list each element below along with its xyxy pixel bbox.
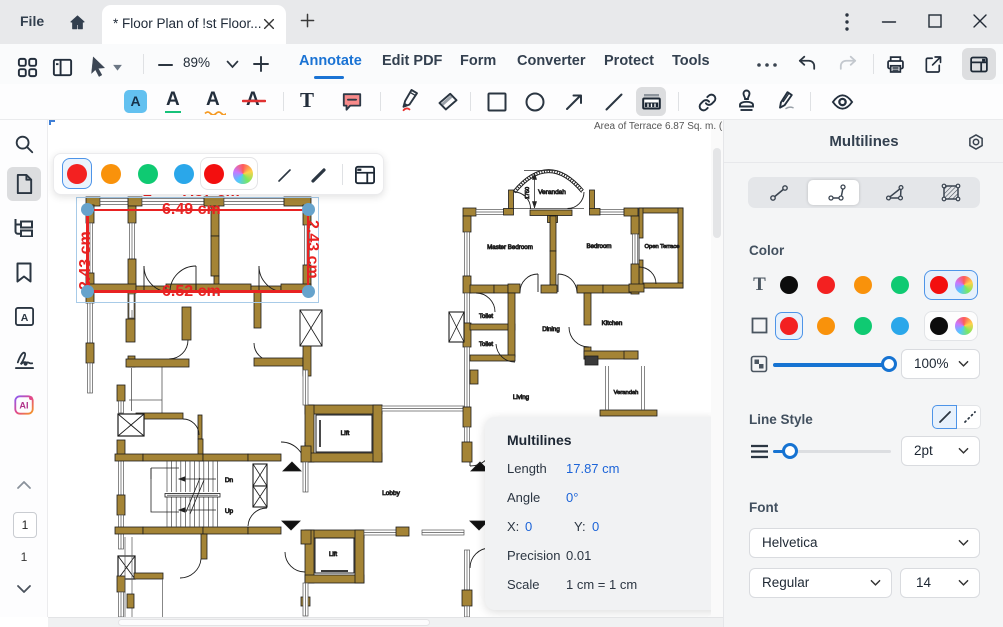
svg-text:Verandah: Verandah (614, 390, 639, 396)
svg-text:Kitchen: Kitchen (602, 320, 623, 327)
svg-text:1750: 1750 (525, 187, 531, 199)
svg-text:Dining: Dining (542, 326, 560, 333)
svg-text:Lobby: Lobby (382, 490, 400, 497)
svg-text:Up: Up (225, 508, 234, 515)
svg-text:A: A (21, 312, 29, 324)
svg-text:Lift: Lift (329, 552, 337, 558)
svg-text:Lift: Lift (341, 430, 350, 437)
svg-text:AI: AI (19, 401, 28, 411)
svg-text:Verandah: Verandah (538, 189, 566, 196)
svg-text:Toilet: Toilet (479, 342, 493, 348)
svg-text:Living: Living (513, 394, 530, 401)
svg-text:Master Bedroom: Master Bedroom (487, 244, 533, 251)
svg-text:Dn: Dn (225, 477, 234, 484)
svg-text:Open Terrace: Open Terrace (644, 244, 679, 250)
svg-text:Toilet: Toilet (479, 314, 493, 320)
svg-text:Bedroom: Bedroom (586, 243, 611, 250)
